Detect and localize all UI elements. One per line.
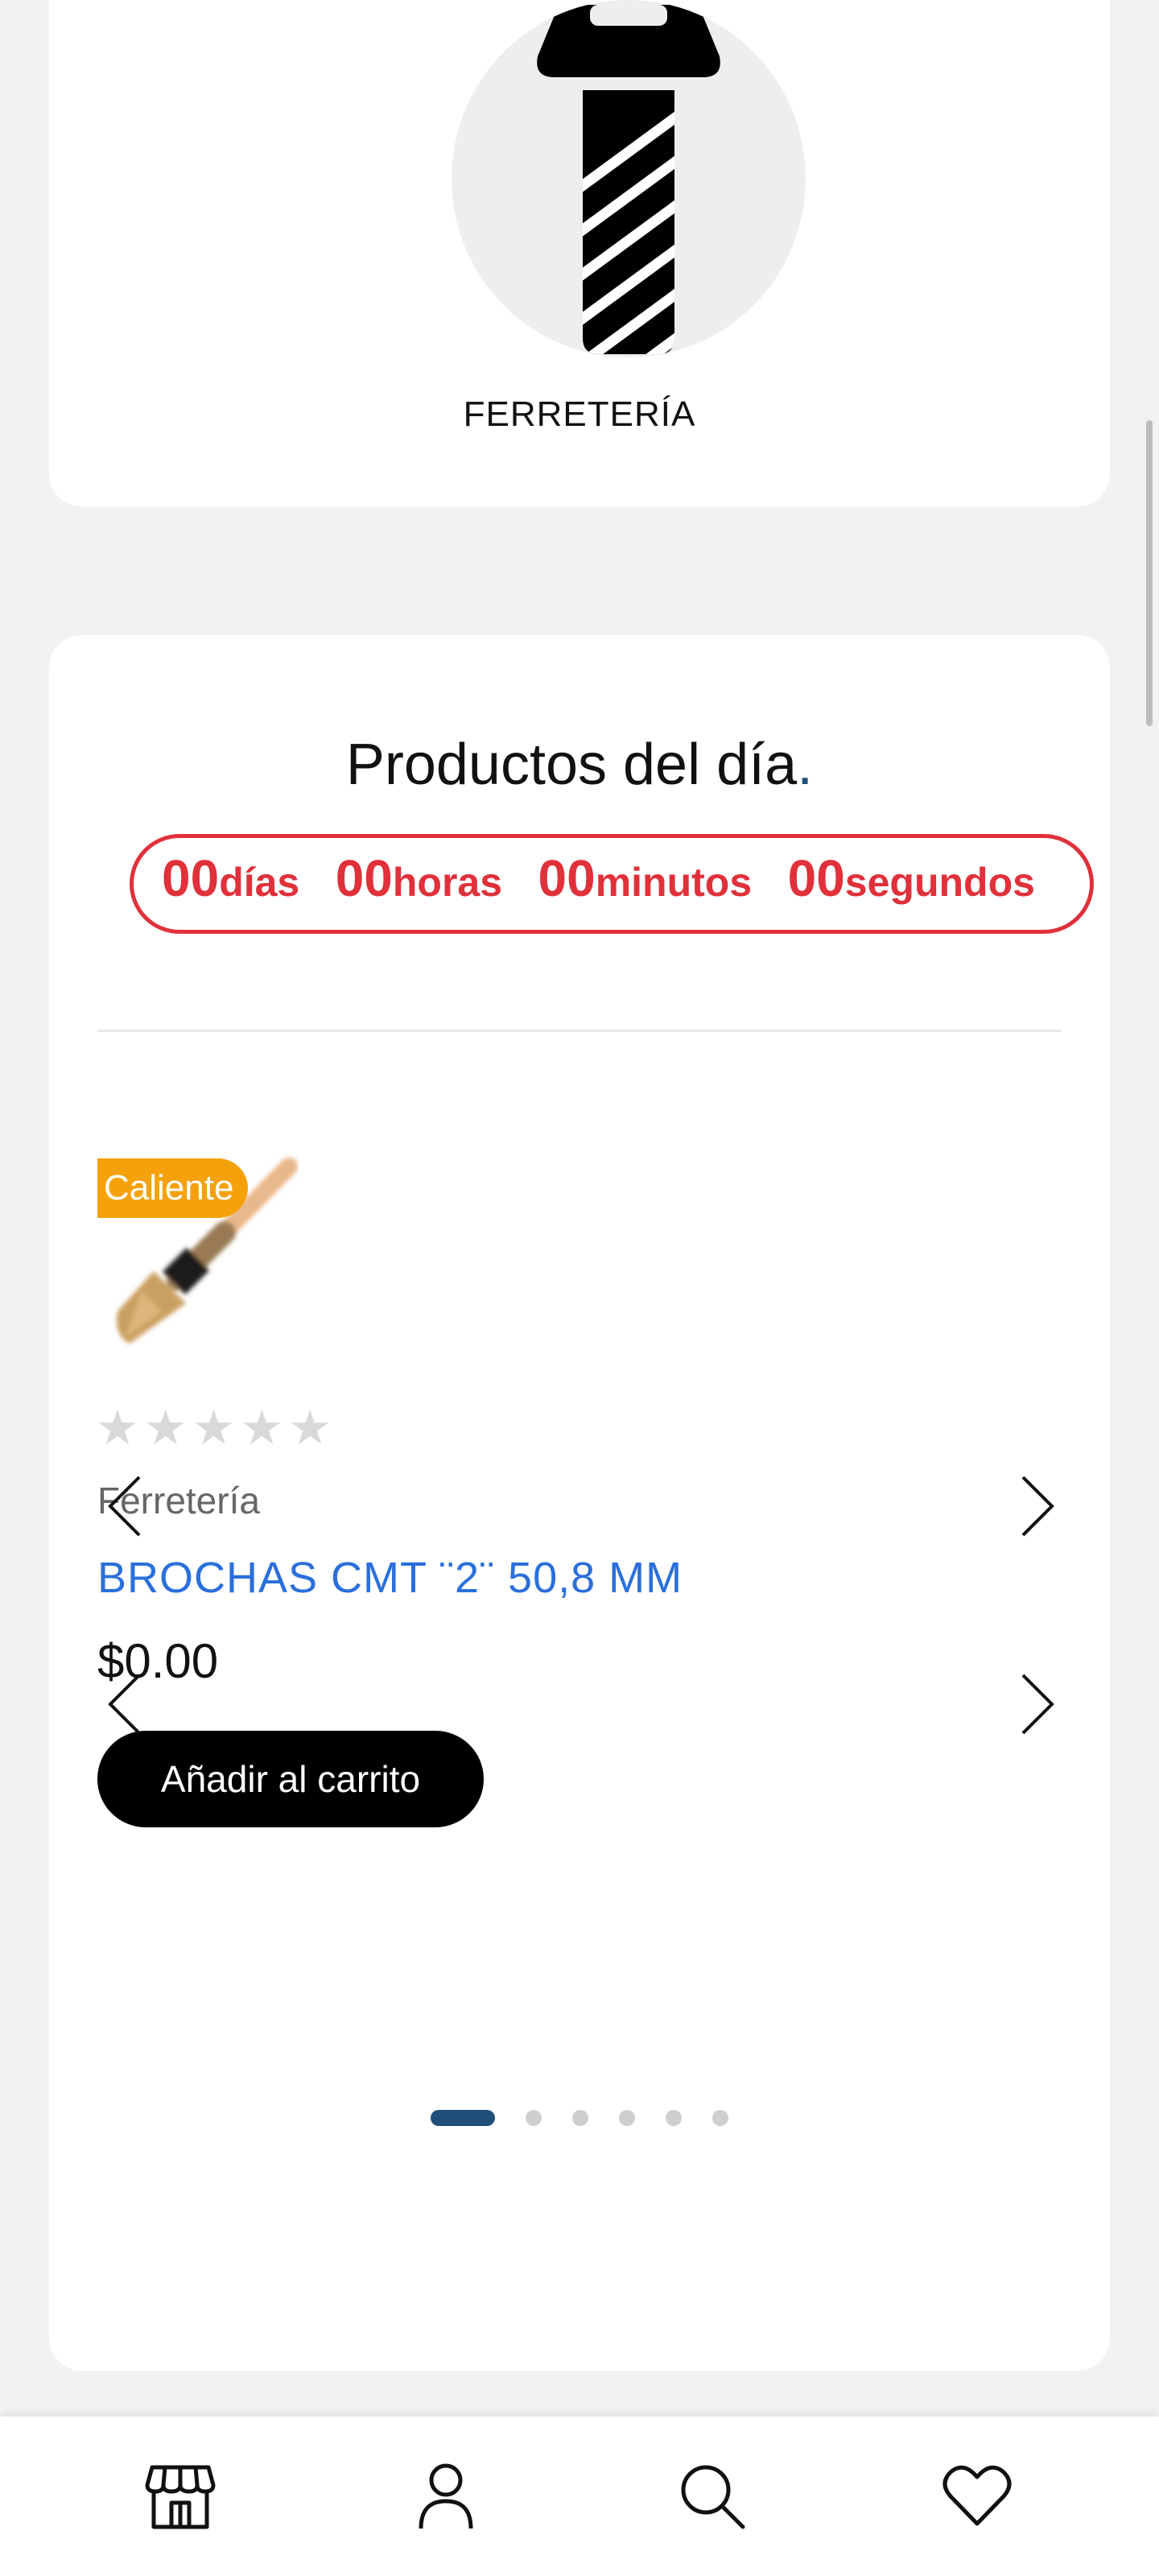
countdown-minutes-unit: minutos xyxy=(595,860,753,905)
countdown-hours-value: 00 xyxy=(335,849,393,907)
carousel-next-button-secondary[interactable] xyxy=(1012,1672,1060,1736)
search-icon xyxy=(681,2465,745,2529)
countdown-minutes: 00minutos xyxy=(538,848,753,908)
star-icon: ★ xyxy=(192,1401,241,1455)
countdown-days-value: 00 xyxy=(162,849,220,907)
carousel-dot-active[interactable] xyxy=(431,2110,495,2126)
product-name[interactable]: BROCHAS CMT ¨2¨ 50,8 MM xyxy=(97,1553,683,1603)
carousel-dot[interactable] xyxy=(526,2110,542,2126)
product-badge: Caliente xyxy=(97,1158,249,1218)
chevron-right-icon xyxy=(1021,1674,1054,1735)
star-icon: ★ xyxy=(240,1401,289,1455)
nav-account-button[interactable] xyxy=(406,2455,486,2536)
chevron-right-icon xyxy=(1021,1476,1054,1537)
bottom-navigation xyxy=(0,2417,1159,2576)
category-label[interactable]: FERRETERÍA xyxy=(49,394,1110,435)
category-image[interactable] xyxy=(452,0,806,357)
carousel-next-button[interactable] xyxy=(1012,1474,1060,1538)
nav-wishlist-button[interactable] xyxy=(937,2455,1017,2536)
carousel-dot[interactable] xyxy=(619,2110,635,2126)
carousel-dot[interactable] xyxy=(712,2110,728,2126)
section-title-text: Productos del día xyxy=(345,733,798,797)
category-card[interactable]: FERRETERÍA xyxy=(49,0,1110,506)
carousel-prev-button-secondary[interactable] xyxy=(102,1672,151,1736)
countdown-seconds-unit: segundos xyxy=(844,860,1035,905)
section-title-dot: . xyxy=(797,733,814,797)
carousel-pagination xyxy=(49,2110,1110,2126)
nav-shop-button[interactable] xyxy=(140,2455,221,2536)
star-icon: ★ xyxy=(288,1401,336,1455)
chevron-left-icon xyxy=(108,1674,141,1735)
countdown-days-unit: días xyxy=(219,860,300,905)
screw-icon xyxy=(537,5,720,354)
carousel-prev-button[interactable] xyxy=(102,1474,151,1538)
nav-search-button[interactable] xyxy=(671,2455,752,2536)
add-to-cart-button[interactable]: Añadir al carrito xyxy=(97,1731,484,1827)
user-icon xyxy=(419,2463,473,2529)
section-title: Productos del día. xyxy=(49,732,1110,798)
carousel-dot[interactable] xyxy=(666,2110,682,2126)
chevron-left-icon xyxy=(108,1476,141,1537)
countdown-minutes-value: 00 xyxy=(538,849,596,907)
countdown-days: 00días xyxy=(162,848,299,908)
star-icon: ★ xyxy=(96,1401,144,1455)
section-divider xyxy=(97,1030,1062,1032)
products-of-day-section: Productos del día. 00días 00horas 00minu… xyxy=(49,635,1110,2371)
carousel-dot[interactable] xyxy=(572,2110,588,2126)
scrollbar[interactable] xyxy=(1146,420,1153,726)
star-icon: ★ xyxy=(143,1401,192,1455)
heart-icon xyxy=(942,2465,1012,2526)
countdown-hours: 00horas xyxy=(336,848,502,908)
page: FERRETERÍA Productos del día. 00días 00h… xyxy=(0,0,1159,2576)
countdown-hours-unit: horas xyxy=(392,860,503,905)
countdown-seconds-value: 00 xyxy=(787,849,845,907)
store-icon xyxy=(145,2465,216,2529)
countdown-seconds: 00segundos xyxy=(788,848,1035,908)
product-rating: ★★★★★ xyxy=(96,1400,336,1456)
countdown-timer: 00días 00horas 00minutos 00segundos xyxy=(162,848,1067,908)
